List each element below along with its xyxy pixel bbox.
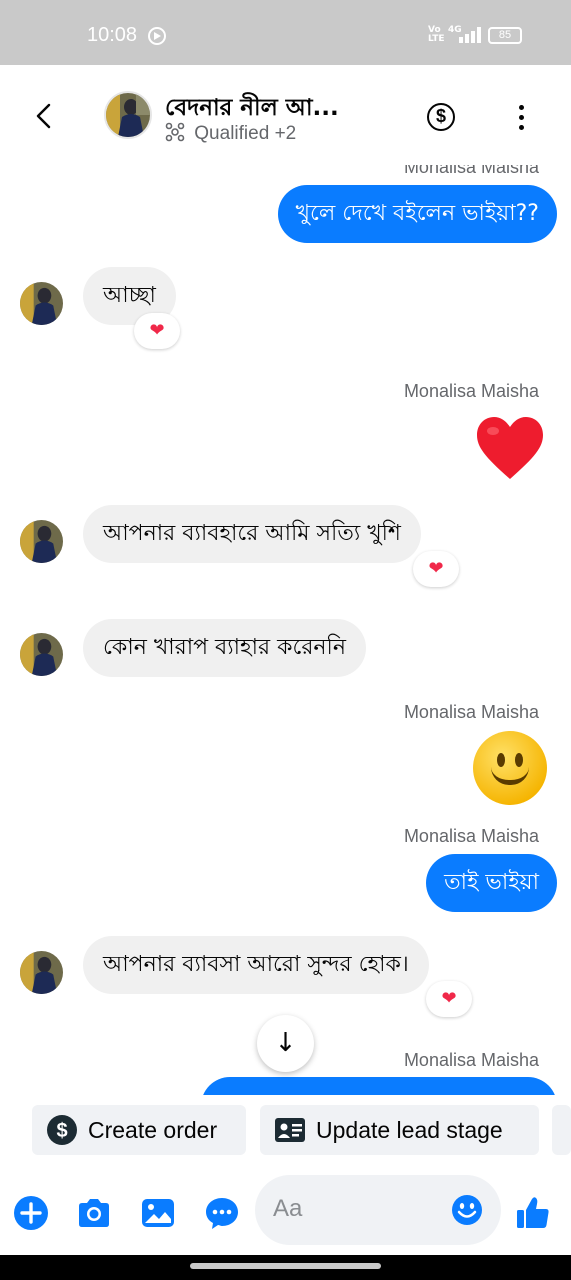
- home-indicator[interactable]: [190, 1263, 381, 1269]
- chat-bubble-icon[interactable]: [204, 1195, 240, 1231]
- lead-stage-icon: [165, 122, 185, 142]
- quick-actions-bar: $ Create order Update lead stage: [0, 1095, 571, 1165]
- message-list[interactable]: Monalisa Maisha খুলে দেখে বইলেন ভাইয়া??…: [0, 165, 571, 1095]
- message-input-placeholder: Aa: [273, 1195, 303, 1222]
- update-lead-stage-label: Update lead stage: [316, 1117, 503, 1143]
- heart-reaction[interactable]: ❤: [134, 313, 180, 349]
- chevron-left-icon[interactable]: [34, 103, 54, 129]
- avatar-photo: [106, 93, 150, 137]
- contact-avatar[interactable]: [20, 951, 63, 994]
- outgoing-message[interactable]: [201, 1077, 557, 1095]
- heart-reaction[interactable]: ❤: [413, 551, 459, 587]
- dollar-circle-icon: $: [47, 1115, 77, 1145]
- incoming-message[interactable]: কোন খারাপ ব্যাহার করেননি: [83, 619, 366, 677]
- create-order-label: Create order: [88, 1117, 218, 1143]
- message-input[interactable]: Aa: [255, 1175, 501, 1245]
- smiling-face-emoji-icon[interactable]: [473, 731, 547, 805]
- incoming-message[interactable]: আপনার ব্যাবহারে আমি সত্যি খুশি: [83, 505, 421, 563]
- sender-name: Monalisa Maisha: [403, 702, 539, 722]
- camera-icon[interactable]: [76, 1195, 112, 1231]
- dollar-circle-icon[interactable]: $: [427, 103, 455, 131]
- contact-avatar[interactable]: [20, 520, 63, 563]
- outgoing-message[interactable]: তাই ভাইয়া: [426, 854, 557, 912]
- signal-icon: [459, 27, 481, 43]
- conversation-header: বেদনার নীল আ... Qualified +2 $: [0, 65, 571, 165]
- volte-label: Vo LTE: [428, 25, 445, 44]
- contact-avatar[interactable]: [104, 91, 152, 139]
- lead-stage-subtitle[interactable]: Qualified +2: [165, 122, 296, 145]
- avatar-photo: [20, 951, 63, 994]
- like-icon[interactable]: [515, 1195, 551, 1231]
- plus-icon[interactable]: [13, 1195, 49, 1231]
- incoming-message[interactable]: আপনার ব্যাবসা আরো সুন্দর হোক।: [83, 936, 429, 994]
- extra-labels-count: +2: [274, 123, 297, 144]
- emoji-icon[interactable]: [451, 1194, 483, 1226]
- create-order-button[interactable]: $ Create order: [32, 1105, 246, 1155]
- do-not-disturb-icon: [148, 27, 166, 45]
- avatar-photo: [20, 520, 63, 563]
- sender-name: Monalisa Maisha: [403, 165, 539, 177]
- clock: 10:08: [87, 24, 138, 46]
- sender-name: Monalisa Maisha: [403, 826, 539, 846]
- avatar-photo: [20, 633, 63, 676]
- avatar-photo: [20, 282, 63, 325]
- update-lead-stage-button[interactable]: Update lead stage: [260, 1105, 539, 1155]
- status-bar: 10:08 Vo LTE 4G 85: [0, 0, 571, 65]
- id-card-icon: [275, 1118, 305, 1142]
- sender-name: Monalisa Maisha: [403, 381, 539, 401]
- contact-avatar[interactable]: [20, 282, 63, 325]
- svg-text:$: $: [56, 1120, 67, 1142]
- lead-stage-label: Qualified: [194, 123, 270, 144]
- outgoing-message[interactable]: খুলে দেখে বইলেন ভাইয়া??: [277, 185, 557, 243]
- heart-emoji-icon[interactable]: [475, 415, 545, 481]
- composer: Aa: [0, 1165, 571, 1255]
- system-navigation-bar: [0, 1255, 571, 1280]
- arrow-down-icon[interactable]: ↓: [257, 1015, 314, 1072]
- battery-icon: 85: [488, 27, 522, 44]
- sender-name: Monalisa Maisha: [403, 1050, 539, 1070]
- heart-reaction[interactable]: ❤: [426, 981, 472, 1017]
- gallery-icon[interactable]: [140, 1195, 176, 1231]
- more-vertical-icon[interactable]: [515, 105, 529, 131]
- more-actions-chip[interactable]: [552, 1105, 571, 1155]
- contact-avatar[interactable]: [20, 633, 63, 676]
